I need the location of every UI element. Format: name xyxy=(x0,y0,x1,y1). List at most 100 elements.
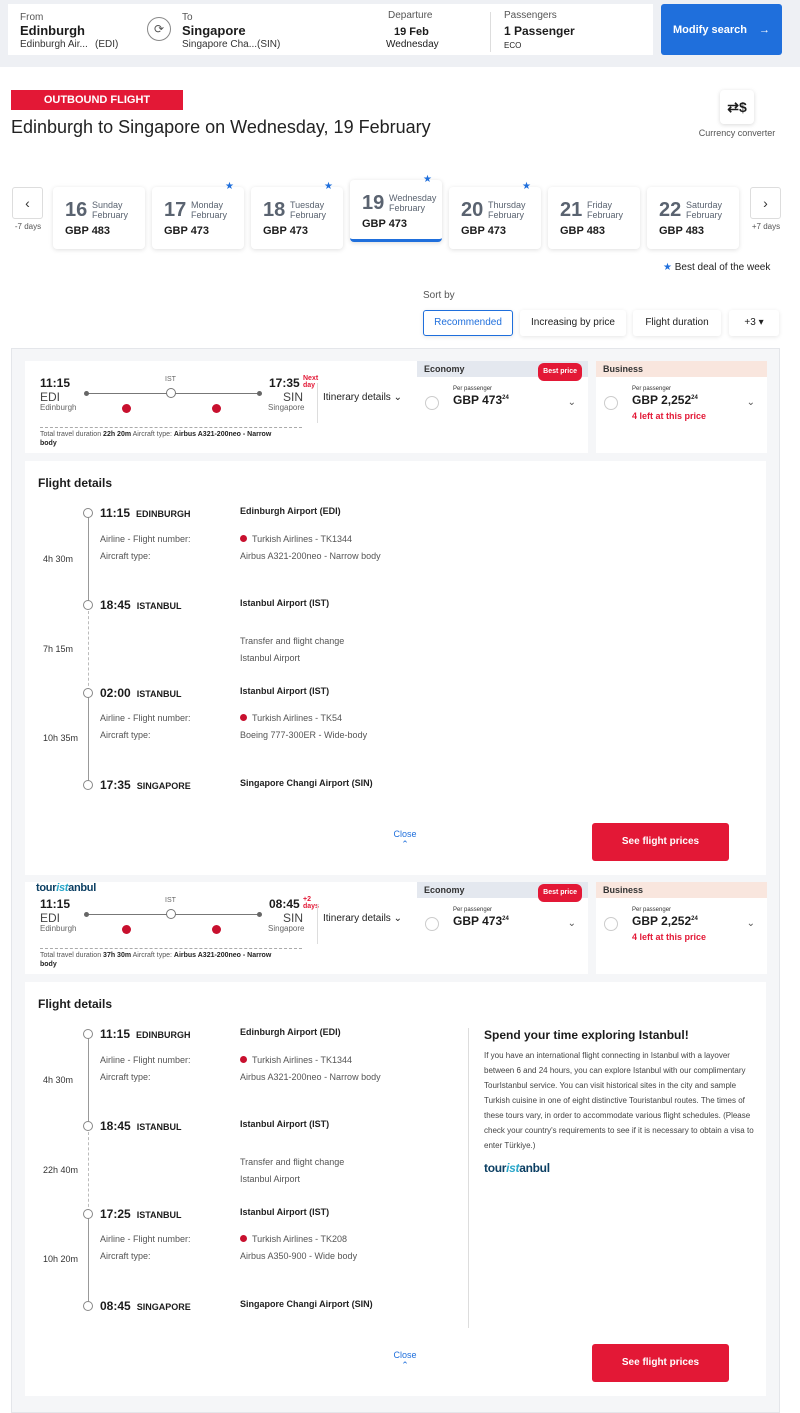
segment-airport: Istanbul Airport (IST) xyxy=(240,598,330,608)
prev-week-label: -7 days xyxy=(14,222,42,231)
date-card[interactable]: 21 Friday February GBP 483 xyxy=(548,187,640,249)
promo-title: Spend your time exploring Istanbul! xyxy=(484,1028,689,1042)
date-weekday: Saturday February xyxy=(686,200,723,220)
aircraft-label: Aircraft type: xyxy=(100,1072,151,1082)
chevron-down-icon[interactable]: ⌄ xyxy=(747,918,755,929)
touristanbul-promo: Spend your time exploring Istanbul! If y… xyxy=(468,1028,758,1328)
to-code: (SIN) xyxy=(257,39,281,50)
chevron-up-icon: ⌃ xyxy=(401,1360,409,1370)
caret-down-icon: ▾ xyxy=(758,317,764,328)
currency-converter-label: Currency converter xyxy=(698,128,776,138)
close-details-button[interactable]: Close ⌃ xyxy=(385,1350,425,1371)
date-price: GBP 483 xyxy=(65,225,111,237)
segment-time: 18:45 ISTANBUL xyxy=(100,598,182,612)
flight-details-title: Flight details xyxy=(38,997,113,1011)
itinerary-details-toggle[interactable]: Itinerary details ⌄ xyxy=(317,383,402,423)
departure-city: Edinburgh xyxy=(40,924,77,933)
date-card[interactable]: 19 Wednesday February GBP 473 ★ xyxy=(350,174,442,242)
sort-recommended[interactable]: Recommended xyxy=(423,310,513,336)
chevron-down-icon[interactable]: ⌄ xyxy=(568,397,576,408)
aircraft-value: Airbus A321-200neo - Narrow body xyxy=(240,551,381,561)
timeline-node xyxy=(83,1029,93,1039)
next-week-label: +7 days xyxy=(751,222,781,231)
origin-dot xyxy=(84,912,89,917)
sort-duration[interactable]: Flight duration xyxy=(633,310,721,336)
currency-converter-button[interactable]: ⇄$ xyxy=(720,90,754,124)
chevron-down-icon[interactable]: ⌄ xyxy=(568,918,576,929)
arrival-time: 17:35 xyxy=(269,376,300,390)
segment-time: 11:15 EDINBURGH xyxy=(100,506,191,520)
date-card[interactable]: 16 Sunday February GBP 483 xyxy=(53,187,145,249)
promo-text: If you have an international flight conn… xyxy=(484,1051,754,1150)
modify-search-button[interactable]: Modify search → xyxy=(661,4,782,55)
date-card[interactable]: 22 Saturday February GBP 483 xyxy=(647,187,739,249)
arrival-time: 08:45 xyxy=(269,897,300,911)
segment-time: 08:45 SINGAPORE xyxy=(100,1299,191,1313)
chevron-down-icon: ⌄ xyxy=(393,392,402,403)
itinerary-details-toggle[interactable]: Itinerary details ⌄ xyxy=(317,904,402,944)
timeline-node xyxy=(83,1209,93,1219)
economy-radio[interactable] xyxy=(425,917,439,931)
date-passenger-box[interactable]: Departure 19 Feb Wednesday Passengers 1 … xyxy=(330,4,653,55)
transfer-place: Istanbul Airport xyxy=(240,653,301,663)
airline-label: Airline - Flight number: xyxy=(100,534,191,544)
business-header: Business xyxy=(596,882,767,898)
date-number: 17 xyxy=(164,199,187,221)
date-number: 21 xyxy=(560,199,583,221)
date-price: GBP 473 xyxy=(362,218,408,230)
economy-header: Economy Best price xyxy=(417,882,588,902)
departure-label: Departure xyxy=(388,10,433,21)
next-week-button[interactable]: › xyxy=(750,187,781,219)
prev-week-button[interactable]: ‹ xyxy=(12,187,43,219)
seats-left-note: 4 left at this price xyxy=(632,411,707,421)
segment-time: 17:35 SINGAPORE xyxy=(100,778,191,792)
segment-airport: Singapore Changi Airport (SIN) xyxy=(240,778,373,788)
arrival-day-note: Next day xyxy=(303,375,319,389)
close-details-button[interactable]: Close ⌃ xyxy=(385,829,425,850)
departure-city: Edinburgh xyxy=(40,403,77,412)
timeline-transfer-line xyxy=(88,611,89,691)
see-flight-prices-button[interactable]: See flight prices xyxy=(592,1344,729,1382)
date-card[interactable]: 20 Thursday February GBP 473 ★ xyxy=(449,181,541,249)
travel-summary: Total travel duration 37h 30m Aircraft t… xyxy=(40,952,272,968)
from-code: (EDI) xyxy=(95,39,119,50)
date-price: GBP 473 xyxy=(263,225,309,237)
flight-details-title: Flight details xyxy=(38,476,113,490)
business-radio[interactable] xyxy=(604,917,618,931)
divider xyxy=(40,427,302,428)
per-passenger-label: Per passenger xyxy=(632,386,672,392)
best-price-badge: Best price xyxy=(538,884,582,902)
timeline-node xyxy=(83,508,93,518)
timeline-node xyxy=(83,688,93,698)
business-fare-option[interactable]: Business Per passenger GBP 2,25224 4 lef… xyxy=(596,361,767,453)
economy-fare-option[interactable]: Economy Best price Per passenger GBP 4732… xyxy=(417,882,588,974)
date-card[interactable]: 18 Tuesday February GBP 473 ★ xyxy=(251,181,343,249)
see-flight-prices-button[interactable]: See flight prices xyxy=(592,823,729,861)
swap-icon[interactable]: ⟳ xyxy=(147,17,171,41)
timeline-transfer-line xyxy=(88,1132,89,1212)
arrow-right-icon: → xyxy=(759,23,770,36)
best-deal-star-icon: ★ xyxy=(423,174,432,185)
departure-time: 11:15 xyxy=(40,897,71,911)
segment-time: 18:45 ISTANBUL xyxy=(100,1119,182,1133)
departure-time: 11:15 xyxy=(40,376,71,390)
chevron-down-icon: ⌄ xyxy=(393,913,402,924)
aircraft-value: Boeing 777-300ER - Wide-body xyxy=(240,730,368,740)
per-passenger-label: Per passenger xyxy=(632,907,672,913)
to-airport: Singapore Cha... xyxy=(182,39,258,50)
business-radio[interactable] xyxy=(604,396,618,410)
segment-duration: 10h 20m xyxy=(43,1254,79,1264)
airline-label: Airline - Flight number: xyxy=(100,1055,191,1065)
business-fare-option[interactable]: Business Per passenger GBP 2,25224 4 lef… xyxy=(596,882,767,974)
economy-fare-option[interactable]: Economy Best price Per passenger GBP 4732… xyxy=(417,361,588,453)
date-weekday: Friday February xyxy=(587,200,624,220)
flight-summary-card[interactable]: touristanbul 11:15 EDI Edinburgh IST 08:4… xyxy=(25,882,421,974)
flight-summary-card[interactable]: 11:15 EDI Edinburgh IST 17:35 Next day SI… xyxy=(25,361,421,453)
sort-more[interactable]: +3 ▾ xyxy=(729,310,779,336)
sort-price[interactable]: Increasing by price xyxy=(520,310,626,336)
chevron-down-icon[interactable]: ⌄ xyxy=(747,397,755,408)
date-card[interactable]: 17 Monday February GBP 473 ★ xyxy=(152,181,244,249)
economy-radio[interactable] xyxy=(425,396,439,410)
economy-header: Economy Best price xyxy=(417,361,588,381)
sort-more-label: +3 xyxy=(744,317,756,328)
